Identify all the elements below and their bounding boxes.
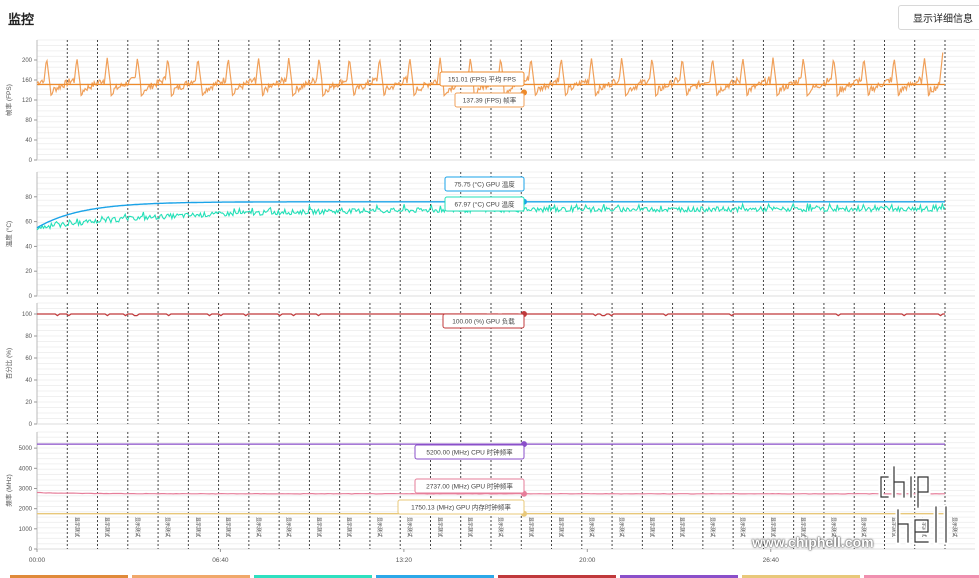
y-tick-label: 80 [25,118,32,124]
event-marker-label: 显示测试 [406,517,413,537]
y-tick-label: 20 [25,400,32,406]
tooltip-text: 2737.00 (MHz) GPU 时钟频率 [426,482,513,491]
tooltip-text: 75.75 (°C) GPU 温度 [454,180,515,189]
y-tick-label: 2000 [19,507,33,513]
event-marker-label: 显示测试 [255,517,262,537]
event-marker-label: 显示测试 [134,517,141,537]
event-marker-label: 显示测试 [467,517,474,537]
y-tick-label: 40 [25,244,32,250]
x-tick-label: 06:40 [212,557,229,564]
x-tick-label: 00:00 [29,557,46,564]
tooltip-text: 5200.00 (MHz) CPU 时钟频率 [426,448,513,457]
tooltip-avg-fps: 151.01 (FPS) 平均 FPS [439,71,525,87]
event-marker-label: 显示测试 [315,517,322,537]
tooltip-gpu-mem-clock: 1750.13 (MHz) GPU 内存时钟频率 [397,499,525,515]
y-tick-label: 1000 [19,527,33,533]
x-tick-label: 20:00 [579,557,596,564]
y-tick-label: 80 [25,195,32,201]
tooltip-text: 137.39 (FPS) 帧率 [463,96,517,105]
event-marker-label: 显示测试 [436,517,443,537]
event-marker-label: 显示测试 [497,517,504,537]
event-marker-label: 显示测试 [558,517,565,537]
y-tick-label: 0 [29,294,33,300]
watermark-text: www.chiphell.com [752,534,874,550]
tooltip-gpu-temp: 75.75 (°C) GPU 温度 [444,176,525,192]
event-marker-label: 显示测试 [618,517,625,537]
tooltip-text: 1750.13 (MHz) GPU 内存时钟频率 [411,503,511,512]
y-tick-label: 160 [22,78,33,84]
event-marker-label: 显示测试 [73,517,80,537]
monitoring-charts: 04080120160200帧率 (FPS)020406080温度 (°C)02… [4,39,975,564]
event-marker-label: 显示测试 [194,517,201,537]
event-marker-label: 显示测试 [346,517,353,537]
y-tick-label: 60 [25,356,32,362]
y-tick-label: 120 [22,98,33,104]
event-marker-label: 显示测试 [164,517,171,537]
y-tick-label: 60 [25,220,32,226]
event-marker-label: 显示测试 [588,517,595,537]
tooltip-text: 67.97 (°C) CPU 温度 [454,200,515,209]
y-tick-label: 0 [29,422,33,428]
event-marker-label: 显示测试 [709,517,716,537]
y-tick-label: 20 [25,269,32,275]
tooltip-text: 151.01 (FPS) 平均 FPS [448,75,517,84]
y-tick-label: 3000 [19,486,33,492]
y-tick-label: 0 [29,547,33,553]
tooltip-gpu-clock: 2737.00 (MHz) GPU 时钟频率 [414,478,525,494]
event-marker-label: 显示测试 [648,517,655,537]
tooltip-text: 100.00 (%) GPU 负载 [452,317,515,326]
y-tick-label: 40 [25,378,32,384]
y-tick-label: 0 [29,158,33,164]
tooltip-cpu-temp: 67.97 (°C) CPU 温度 [444,196,525,212]
event-marker-label: 显示测试 [376,517,383,537]
event-marker-label: 显示测试 [679,517,686,537]
y-axis-label: 频率 (MHz) [4,474,13,507]
event-marker-label: 显示测试 [104,517,111,537]
y-tick-label: 100 [22,312,33,318]
x-tick-label: 26:40 [763,557,780,564]
y-tick-label: 4000 [19,466,33,472]
y-axis-label: 帧率 (FPS) [4,84,13,116]
y-axis-label: 百分比 (%) [4,348,13,379]
y-tick-label: 5000 [19,446,33,452]
x-tick-label: 13:20 [396,557,413,564]
y-tick-label: 200 [22,58,33,64]
y-axis-label: 温度 (°C) [4,221,13,247]
chiphell-logo [878,464,949,545]
event-marker-label: 显示测试 [527,517,534,537]
event-marker-label: 显示测试 [225,517,232,537]
event-marker-label: 显示测试 [739,517,746,537]
y-tick-label: 80 [25,334,32,340]
tooltip-frame-rate: 137.39 (FPS) 帧率 [454,92,525,108]
tooltip-gpu-load: 100.00 (%) GPU 负载 [442,313,525,329]
tooltip-cpu-clock: 5200.00 (MHz) CPU 时钟频率 [414,444,525,460]
event-marker-label: 显示测试 [285,517,292,537]
y-tick-label: 40 [25,138,32,144]
